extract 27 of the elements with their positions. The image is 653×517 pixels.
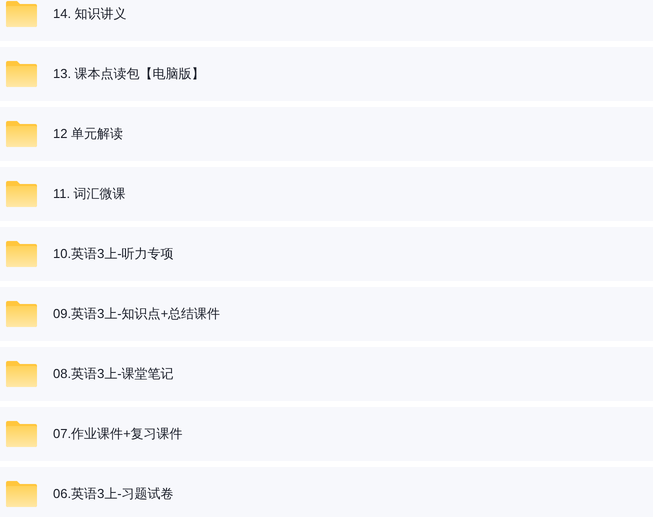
folder-name: 07.作业课件+复习课件	[53, 425, 183, 444]
folder-row[interactable]: 07.作业课件+复习课件	[0, 407, 653, 461]
folder-icon	[6, 481, 37, 507]
folder-icon	[6, 241, 37, 267]
folder-name: 06.英语3上-习题试卷	[53, 485, 174, 504]
folder-icon	[6, 121, 37, 147]
folder-icon	[6, 181, 37, 207]
folder-name: 10.英语3上-听力专项	[53, 245, 174, 264]
folder-name: 09.英语3上-知识点+总结课件	[53, 305, 220, 324]
folder-icon	[6, 361, 37, 387]
folder-name: 14. 知识讲义	[53, 5, 127, 24]
folder-row[interactable]: 12 单元解读	[0, 107, 653, 161]
folder-icon	[6, 61, 37, 87]
folder-name: 08.英语3上-课堂笔记	[53, 365, 174, 384]
folder-row[interactable]: 09.英语3上-知识点+总结课件	[0, 287, 653, 341]
folder-row[interactable]: 06.英语3上-习题试卷	[0, 467, 653, 517]
folder-row[interactable]: 13. 课本点读包【电脑版】	[0, 47, 653, 101]
folder-row[interactable]: 11. 词汇微课	[0, 167, 653, 221]
folder-icon	[6, 301, 37, 327]
folder-row[interactable]: 10.英语3上-听力专项	[0, 227, 653, 281]
folder-icon	[6, 1, 37, 27]
folder-row[interactable]: 14. 知识讲义	[0, 0, 653, 41]
folder-icon	[6, 421, 37, 447]
folder-row[interactable]: 08.英语3上-课堂笔记	[0, 347, 653, 401]
folder-name: 11. 词汇微课	[53, 185, 126, 204]
folder-name: 13. 课本点读包【电脑版】	[53, 65, 205, 84]
folder-name: 12 单元解读	[53, 125, 124, 144]
